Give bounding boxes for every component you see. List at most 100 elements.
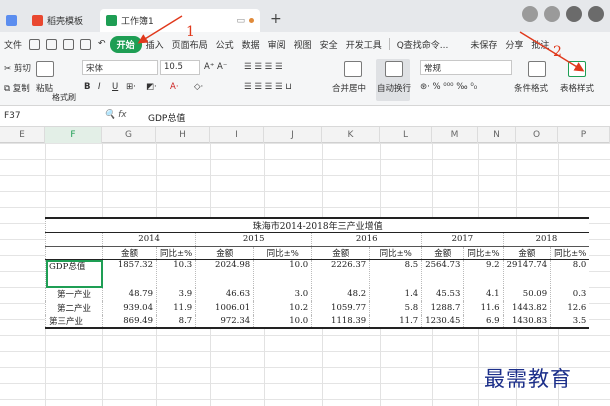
column-header[interactable]: N	[478, 127, 516, 143]
table-cell[interactable]: 48.2	[311, 287, 370, 302]
column-header[interactable]: F	[45, 127, 102, 143]
column-header[interactable]: O	[516, 127, 558, 143]
user-avatar[interactable]	[588, 6, 604, 22]
table-title[interactable]: 珠海市2014-2018年三产业增值	[45, 217, 590, 233]
table-cell[interactable]: 29147.74	[502, 259, 551, 288]
font-color-icon[interactable]: A·	[170, 82, 179, 92]
copy-button[interactable]: ⧉ 复制	[4, 82, 30, 94]
table-cell[interactable]: 2564.73	[421, 259, 464, 288]
auto-wrap-button[interactable]: 自动换行	[377, 82, 411, 94]
table-cell[interactable]: 6.9	[463, 314, 504, 330]
sub-header[interactable]: 同比±%	[253, 245, 312, 261]
format-painter-button[interactable]: 格式刷	[52, 92, 76, 103]
column-header[interactable]: M	[432, 127, 478, 143]
year-header[interactable]: 2017	[421, 232, 504, 247]
conditional-format-icon[interactable]	[528, 61, 546, 77]
redo-icon[interactable]: ↶	[94, 39, 110, 49]
row-label[interactable]: 第一产业	[45, 287, 103, 302]
table-cell[interactable]: 10.3	[155, 259, 196, 288]
table-cell[interactable]: 5.8	[369, 301, 422, 315]
table-style-icon[interactable]	[568, 61, 586, 77]
table-cell[interactable]: 46.63	[195, 287, 254, 302]
preview-icon[interactable]	[80, 38, 92, 50]
fx-icon[interactable]: 🔍 fx	[104, 110, 127, 120]
save-icon[interactable]	[29, 38, 41, 50]
number-format-icons[interactable]: ⊛· % ⁰⁰⁰ ‰ ⁰₀	[420, 82, 477, 92]
share-button[interactable]: 分享	[501, 38, 527, 51]
row-label[interactable]: 第三产业	[45, 314, 103, 330]
sub-header[interactable]: 金额	[102, 245, 157, 261]
row-label-gdp-selected-cell[interactable]: GDP总值	[45, 259, 103, 288]
column-header[interactable]: L	[380, 127, 432, 143]
table-cell[interactable]: 1059.77	[311, 301, 370, 315]
merge-center-icon[interactable]	[344, 61, 362, 77]
table-cell[interactable]: 1443.82	[502, 301, 551, 315]
clear-icon[interactable]: ◇·	[194, 82, 203, 92]
table-cell[interactable]: 45.53	[421, 287, 464, 302]
cut-button[interactable]: ✂ 剪切	[4, 62, 31, 74]
sub-header[interactable]: 同比±%	[550, 245, 590, 261]
table-cell[interactable]: 1230.45	[421, 314, 464, 330]
table-cell[interactable]: 50.09	[502, 287, 551, 302]
year-header[interactable]: 2016	[311, 232, 422, 247]
paste-label[interactable]: 粘贴	[36, 82, 53, 94]
unsaved-status[interactable]: 未保存	[466, 38, 501, 51]
table-cell[interactable]: 8.7	[155, 314, 196, 330]
table-cell[interactable]: 1.4	[369, 287, 422, 302]
table-cell[interactable]	[45, 232, 103, 247]
undo-icon[interactable]	[46, 38, 58, 50]
table-cell[interactable]	[45, 245, 103, 261]
column-header[interactable]: G	[102, 127, 156, 143]
column-header[interactable]: E	[0, 127, 45, 143]
year-header[interactable]: 2018	[502, 232, 590, 247]
table-cell[interactable]: 48.79	[102, 287, 157, 302]
print-icon[interactable]	[63, 38, 75, 50]
table-cell[interactable]: 1006.01	[195, 301, 254, 315]
gdp-data-table[interactable]: 珠海市2014-2018年三产业增值 2014 2015 2016 2017 2…	[45, 217, 590, 330]
sub-header[interactable]: 同比±%	[369, 245, 422, 261]
column-header[interactable]: H	[156, 127, 210, 143]
comment-button[interactable]: 批注	[527, 38, 553, 51]
sub-header[interactable]: 金额	[195, 245, 254, 261]
auto-wrap-icon[interactable]	[385, 61, 403, 77]
avatar[interactable]	[566, 6, 582, 22]
tab-workbook1[interactable]: 工作簿1 ▭	[100, 9, 260, 32]
table-cell[interactable]: 4.1	[463, 287, 504, 302]
merge-center-button[interactable]: 合并居中	[332, 82, 366, 94]
cell-reference-box[interactable]: F37	[4, 111, 84, 121]
menu-start[interactable]: 开始	[109, 35, 142, 53]
table-style-button[interactable]: 表格样式	[560, 82, 594, 94]
font-size-select[interactable]: 10.5	[160, 60, 200, 75]
font-grow-shrink-icon[interactable]: A⁺ A⁻	[204, 62, 227, 72]
sub-header[interactable]: 金额	[311, 245, 370, 261]
border-icon[interactable]: ⊞·	[126, 82, 136, 92]
table-cell[interactable]: 11.6	[463, 301, 504, 315]
new-tab-button[interactable]: +	[270, 11, 282, 27]
year-header[interactable]: 2014	[101, 232, 196, 247]
tab-docer-templates[interactable]: 稻壳模板	[26, 9, 94, 32]
conditional-format-button[interactable]: 条件格式	[514, 82, 548, 94]
table-cell[interactable]: 11.9	[155, 301, 196, 315]
table-cell[interactable]: 10.2	[253, 301, 312, 315]
menu-formula[interactable]: 公式	[212, 38, 238, 51]
bold-button[interactable]: B	[84, 82, 90, 92]
menu-data[interactable]: 数据	[238, 38, 264, 51]
align-left-icon[interactable]: ☰ ☰ ☰ ☰ ⊔	[244, 82, 292, 92]
table-cell[interactable]: 12.6	[550, 301, 590, 315]
sub-header[interactable]: 同比±%	[463, 245, 504, 261]
table-cell[interactable]: 2024.98	[195, 259, 254, 288]
table-cell[interactable]: 11.7	[369, 314, 422, 330]
formula-input[interactable]: GDP总值	[148, 111, 185, 124]
table-cell[interactable]: 3.0	[253, 287, 312, 302]
table-cell[interactable]: 939.04	[102, 301, 157, 315]
column-header[interactable]: P	[558, 127, 610, 143]
table-cell[interactable]: 1430.83	[502, 314, 551, 330]
table-cell[interactable]: 8.0	[550, 259, 590, 288]
table-cell[interactable]: 1118.39	[311, 314, 370, 330]
align-top-icon[interactable]: ☰ ☰ ☰ ☰	[244, 62, 283, 72]
table-cell[interactable]: 0.3	[550, 287, 590, 302]
table-cell[interactable]: 869.49	[102, 314, 157, 330]
search-command-input[interactable]: Q查找命令...	[393, 38, 453, 51]
skin-icon[interactable]	[522, 6, 538, 22]
table-cell[interactable]: 9.2	[463, 259, 504, 288]
